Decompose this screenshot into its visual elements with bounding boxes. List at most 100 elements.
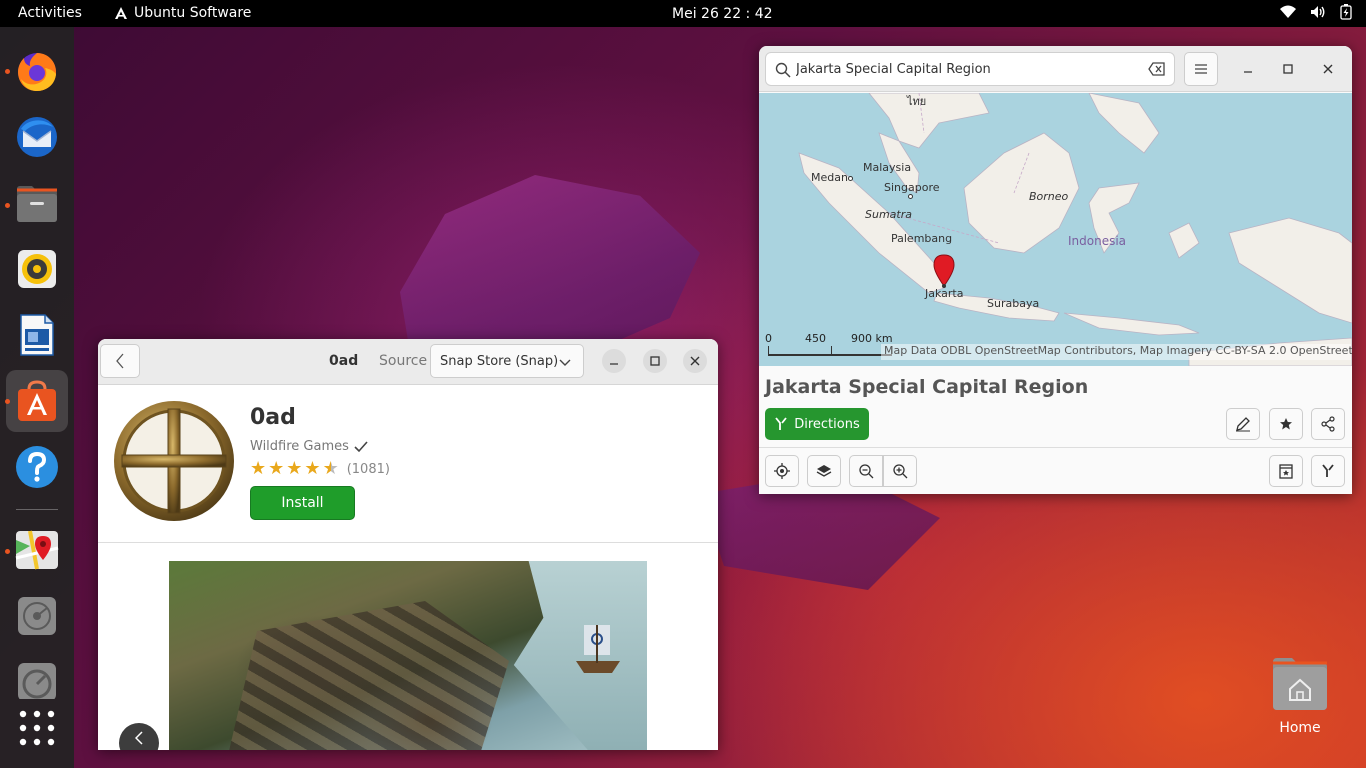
share-button[interactable] xyxy=(1311,408,1345,440)
firefox-icon xyxy=(18,53,57,91)
directions-button[interactable]: Directions xyxy=(765,408,869,440)
maximize-icon xyxy=(650,356,660,366)
zoom-out-button[interactable] xyxy=(849,455,883,487)
star-icon: ★ xyxy=(304,458,321,479)
place-search-entry[interactable] xyxy=(765,52,1175,86)
favorites-list-button[interactable] xyxy=(1269,455,1303,487)
maximize-icon xyxy=(1283,64,1293,74)
location-pin-icon[interactable] xyxy=(933,254,955,288)
favorite-button[interactable] xyxy=(1269,408,1303,440)
show-apps-button[interactable] xyxy=(6,697,68,759)
dock-libreoffice-impress[interactable] xyxy=(6,304,68,366)
running-indicator xyxy=(5,69,10,74)
close-icon xyxy=(690,356,700,366)
map-layers-button[interactable] xyxy=(807,455,841,487)
screenshot-water xyxy=(513,561,647,750)
scale-label: 0 xyxy=(765,332,772,345)
minimize-button[interactable] xyxy=(1238,59,1258,79)
rating-count: (1081) xyxy=(346,461,390,477)
running-indicator xyxy=(5,399,10,404)
dock-ubuntu-software[interactable] xyxy=(6,370,68,432)
dock-disks[interactable] xyxy=(6,585,68,647)
route-planner-button[interactable] xyxy=(1311,455,1345,487)
scale-label: 450 xyxy=(805,332,826,345)
search-icon xyxy=(775,62,791,78)
minimize-icon xyxy=(610,363,618,365)
home-folder-icon[interactable] xyxy=(1270,656,1330,712)
wifi-icon xyxy=(1280,5,1296,18)
city-marker xyxy=(848,176,853,181)
scale-tick xyxy=(831,346,832,354)
ship-image xyxy=(576,625,620,673)
bookmark-star-icon xyxy=(1279,464,1293,479)
map-label: Jakarta xyxy=(925,287,964,300)
main-menu-button[interactable] xyxy=(1184,52,1218,86)
scale-bar xyxy=(768,346,892,356)
edit-button[interactable] xyxy=(1226,408,1260,440)
verified-check-icon xyxy=(354,440,368,452)
app-logo-icon xyxy=(114,401,234,521)
dock-thunderbird[interactable] xyxy=(6,106,68,168)
dock-help[interactable] xyxy=(6,436,68,498)
clock[interactable]: Mei 26 22 : 42 xyxy=(672,6,773,22)
map-view[interactable]: ไทย Malaysia Medan Singapore Sumatra Bor… xyxy=(759,93,1352,366)
screenshot-buildings xyxy=(229,601,509,750)
dock-rhythmbox[interactable] xyxy=(6,238,68,300)
install-button[interactable]: Install xyxy=(250,486,355,520)
maximize-button[interactable] xyxy=(1278,59,1298,79)
app-screenshot[interactable] xyxy=(169,561,647,750)
maximize-button[interactable] xyxy=(643,349,667,373)
map-label: Malaysia xyxy=(863,161,912,174)
disks-icon xyxy=(18,597,56,635)
search-input[interactable] xyxy=(796,59,1136,79)
activities-button[interactable]: Activities xyxy=(18,5,82,21)
dock-files[interactable] xyxy=(6,172,68,234)
star-icon: ★ xyxy=(250,458,267,479)
app-name: 0ad xyxy=(250,405,296,430)
star-icon xyxy=(1280,418,1292,430)
back-button[interactable] xyxy=(100,344,140,378)
rhythmbox-icon xyxy=(18,250,56,288)
app-grid-icon xyxy=(19,710,55,746)
map-label: Borneo xyxy=(1029,190,1069,203)
zoom-in-button[interactable] xyxy=(883,455,917,487)
map-label: Palembang xyxy=(891,232,953,245)
dock-firefox[interactable] xyxy=(6,40,68,102)
zoom-out-icon xyxy=(859,464,874,479)
source-label: Source xyxy=(379,353,428,369)
chevron-down-icon xyxy=(559,359,571,366)
source-dropdown[interactable]: Snap Store (Snap) xyxy=(430,344,584,378)
system-tray[interactable] xyxy=(1280,4,1352,20)
software-headerbar: 0ad Source Snap Store (Snap) xyxy=(98,339,718,385)
developer-name: Wildfire Games xyxy=(250,439,349,454)
disk-usage-icon xyxy=(18,663,56,699)
edit-pencil-icon xyxy=(1236,417,1250,432)
minimize-icon xyxy=(1244,71,1252,73)
place-title: Jakarta Special Capital Region xyxy=(765,376,1089,398)
dock-disk-usage[interactable] xyxy=(6,651,68,699)
city-marker xyxy=(908,194,913,199)
location-target-icon xyxy=(774,463,790,479)
top-bar: Activities Ubuntu Software Mei 26 22 : 4… xyxy=(0,0,1366,27)
close-button[interactable] xyxy=(683,349,707,373)
help-icon xyxy=(16,446,58,488)
maps-icon xyxy=(15,530,59,570)
dock-maps[interactable] xyxy=(6,519,68,581)
battery-icon xyxy=(1340,4,1352,20)
star-icon: ★ xyxy=(286,458,303,479)
running-indicator xyxy=(5,549,10,554)
current-location-button[interactable] xyxy=(765,455,799,487)
thunderbird-icon xyxy=(17,117,57,157)
previous-screenshot-button[interactable] xyxy=(119,723,159,750)
close-icon xyxy=(1323,64,1333,74)
minimize-button[interactable] xyxy=(602,349,626,373)
map-label: Indonesia xyxy=(1068,234,1127,248)
app-developer[interactable]: Wildfire Games xyxy=(250,439,368,454)
volume-icon xyxy=(1311,6,1325,18)
clear-text-icon[interactable] xyxy=(1148,61,1166,77)
rating: ★ ★ ★ ★ ★ (1081) xyxy=(250,460,390,478)
chevron-left-icon xyxy=(116,353,124,369)
ubuntu-software-icon xyxy=(115,7,127,19)
close-button[interactable] xyxy=(1318,59,1338,79)
app-menu[interactable]: Ubuntu Software xyxy=(114,5,251,21)
